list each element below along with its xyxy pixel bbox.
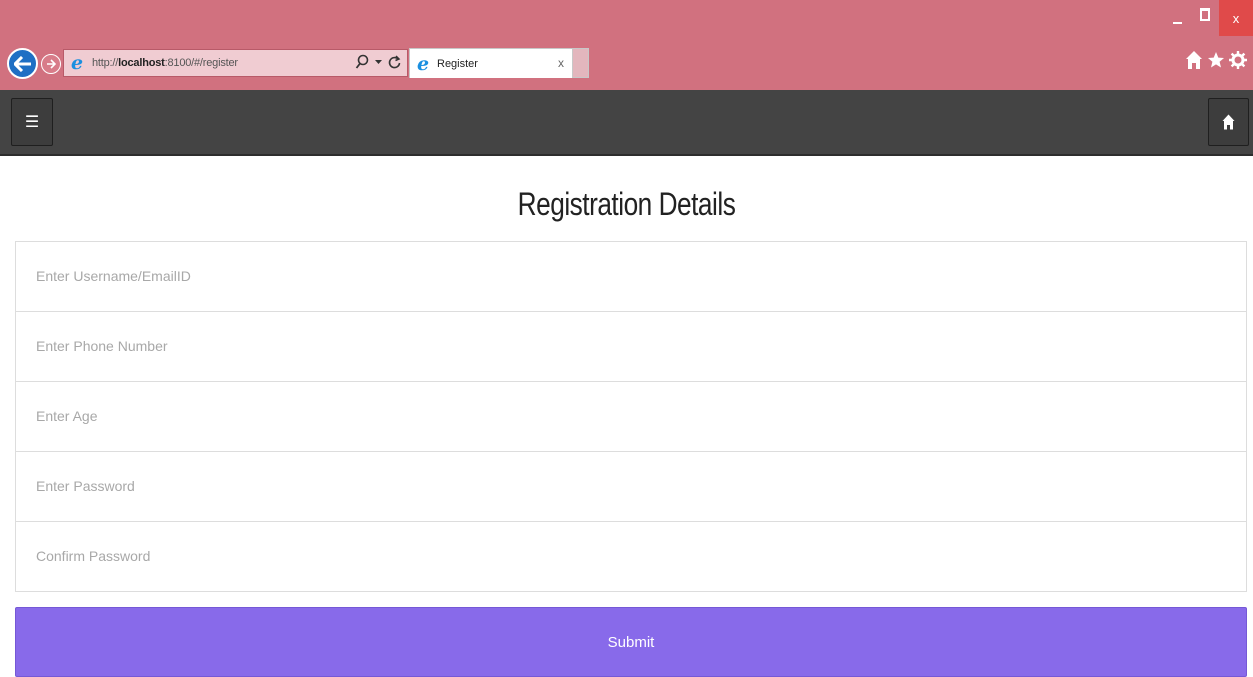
- browser-toolbar: [1185, 50, 1247, 70]
- submit-button[interactable]: Submit: [15, 607, 1247, 677]
- ie-logo-icon: e: [416, 52, 430, 75]
- dropdown-caret-icon[interactable]: [375, 59, 382, 65]
- minimize-icon: [1172, 22, 1182, 24]
- menu-button[interactable]: ☰: [11, 98, 53, 146]
- back-arrow-icon: [13, 55, 31, 72]
- home-icon: [1222, 114, 1235, 130]
- browser-chrome: x e http://localhost:8100/#/register e R…: [0, 0, 1253, 90]
- search-icon[interactable]: [355, 54, 369, 70]
- url-host: localhost: [118, 57, 165, 69]
- url-path: :8100/#/register: [164, 57, 238, 69]
- username-input[interactable]: [36, 242, 1246, 311]
- phone-input[interactable]: [36, 312, 1246, 381]
- address-url[interactable]: http://localhost:8100/#/register: [92, 57, 238, 69]
- ie-logo-icon: e: [70, 52, 84, 74]
- password-input[interactable]: [36, 452, 1246, 521]
- back-button[interactable]: [7, 48, 38, 79]
- page-title: Registration Details: [517, 186, 736, 222]
- age-input[interactable]: [36, 382, 1246, 451]
- refresh-icon[interactable]: [388, 54, 401, 70]
- home-icon[interactable]: [1185, 50, 1203, 70]
- app-header: ☰: [0, 90, 1253, 156]
- minimize-button[interactable]: [1163, 0, 1191, 36]
- new-tab-button[interactable]: [573, 48, 589, 78]
- confirm-password-input[interactable]: [36, 522, 1246, 591]
- form-row-phone: [16, 312, 1246, 382]
- home-button[interactable]: [1208, 98, 1249, 146]
- maximize-icon: [1200, 7, 1210, 21]
- maximize-button[interactable]: [1191, 0, 1219, 36]
- tab-title: Register: [437, 57, 478, 70]
- form-row-confirm-password: [16, 522, 1246, 592]
- address-bar[interactable]: e http://localhost:8100/#/register: [63, 49, 408, 77]
- tab-close-button[interactable]: x: [558, 56, 564, 70]
- registration-form: [15, 241, 1247, 592]
- hamburger-icon: ☰: [24, 114, 40, 131]
- form-row-password: [16, 452, 1246, 522]
- tab-register[interactable]: e Register x: [409, 48, 573, 78]
- url-scheme: http://: [92, 57, 119, 69]
- star-icon[interactable]: [1207, 51, 1225, 69]
- window-controls: x: [1163, 0, 1253, 36]
- form-row-age: [16, 382, 1246, 452]
- gear-icon[interactable]: [1229, 51, 1247, 69]
- forward-arrow-icon: [47, 59, 56, 69]
- form-row-username: [16, 242, 1246, 312]
- close-window-button[interactable]: x: [1219, 0, 1253, 36]
- forward-button[interactable]: [41, 54, 61, 74]
- address-tools: [355, 54, 401, 70]
